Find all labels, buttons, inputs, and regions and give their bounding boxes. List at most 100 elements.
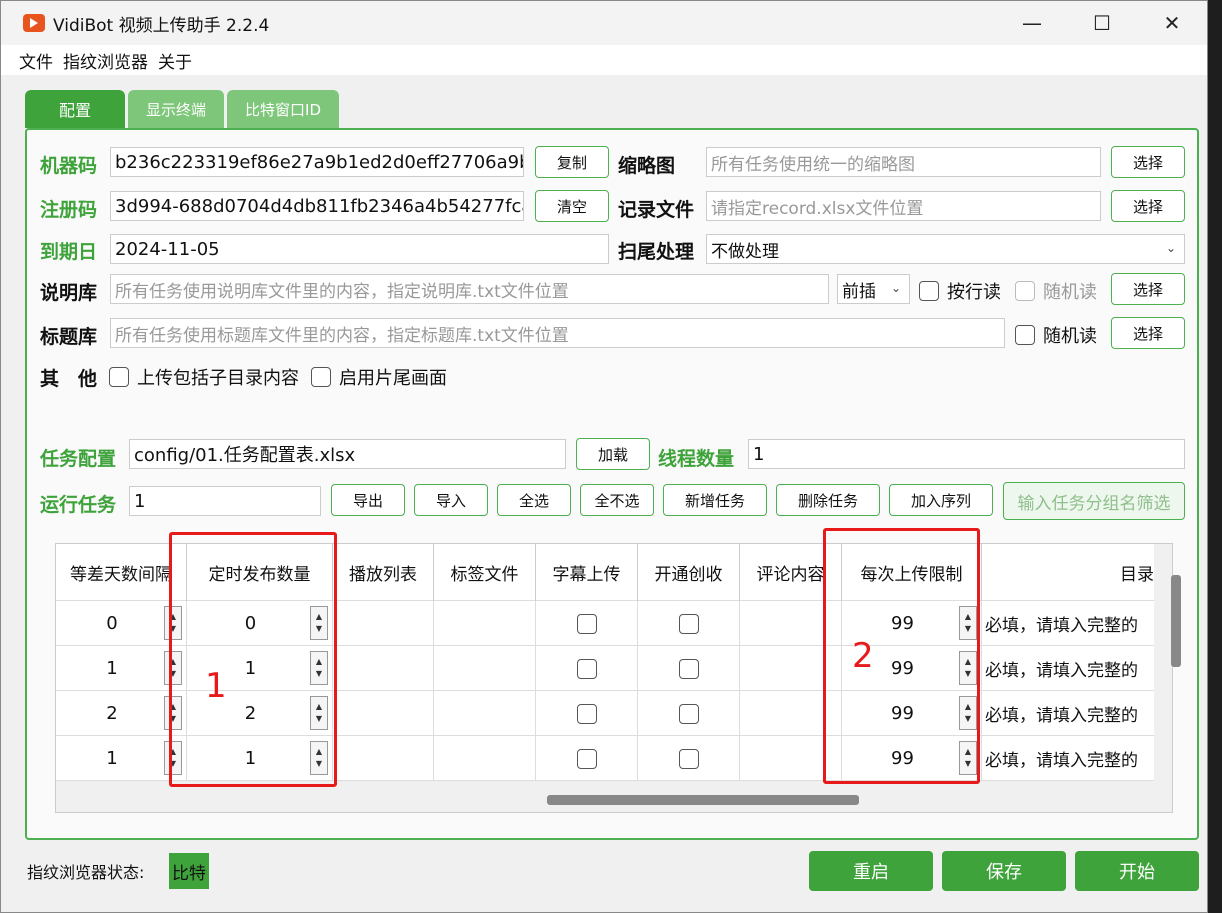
monetize-checkbox[interactable] (678, 658, 699, 679)
checkbox-box (1015, 281, 1035, 301)
delete-task-button[interactable]: 删除任务 (776, 484, 880, 516)
playlist-cell[interactable] (333, 736, 434, 781)
col-directory[interactable]: 目录 (982, 544, 1154, 601)
title-random-read-checkbox[interactable]: 随机读 (1015, 322, 1097, 348)
enable-ending-checkbox[interactable]: 启用片尾画面 (311, 364, 447, 390)
record-file-label: 记录文件 (618, 199, 695, 221)
tab-terminal[interactable]: 显示终端 (128, 90, 225, 128)
menu-file[interactable]: 文件 (19, 48, 53, 73)
add-to-queue-button[interactable]: 加入序列 (889, 484, 993, 516)
subtitle-checkbox[interactable] (576, 748, 597, 769)
tab-bit-window-id[interactable]: 比特窗口ID (227, 90, 339, 128)
menu-fingerprint-browser[interactable]: 指纹浏览器 (63, 48, 148, 73)
copy-button[interactable]: 复制 (535, 146, 609, 178)
tail-processing-select[interactable]: 不做处理 ⌄ (706, 234, 1185, 264)
read-by-line-label: 按行读 (947, 282, 1001, 303)
menu-about[interactable]: 关于 (158, 48, 192, 73)
monetize-checkbox[interactable] (678, 703, 699, 724)
select-none-button[interactable]: 全不选 (580, 484, 654, 516)
desc-insert-value: 前插 (842, 281, 876, 302)
read-by-line-checkbox[interactable]: 按行读 (919, 278, 1001, 304)
import-button[interactable]: 导入 (414, 484, 488, 516)
monetize-checkbox[interactable] (678, 613, 699, 634)
subtitle-cell[interactable] (536, 601, 638, 646)
tag-file-cell[interactable] (434, 691, 536, 736)
other-label: 其 他 (40, 368, 98, 390)
status-badge: 比特 (169, 853, 209, 889)
subtitle-cell[interactable] (536, 691, 638, 736)
close-button[interactable]: ✕ (1137, 1, 1207, 45)
interval-cell[interactable]: 1 ▲ ▼ (56, 736, 187, 781)
title-lib-field[interactable]: 所有任务使用标题库文件里的内容，指定标题库.txt文件位置 (110, 318, 1005, 348)
directory-cell[interactable]: 必填，请填入完整的 (982, 691, 1154, 736)
playlist-cell[interactable] (333, 646, 434, 691)
desc-lib-field[interactable]: 所有任务使用说明库文件里的内容，指定说明库.txt文件位置 (110, 274, 829, 304)
interval-cell[interactable]: 0 ▲ ▼ (56, 601, 187, 646)
col-subtitle[interactable]: 字幕上传 (536, 544, 638, 601)
desc-lib-label: 说明库 (40, 282, 98, 304)
vertical-scrollbar[interactable] (1171, 575, 1181, 667)
record-select-button[interactable]: 选择 (1111, 190, 1185, 222)
run-task-field[interactable]: 1 (129, 486, 321, 516)
restart-button[interactable]: 重启 (809, 851, 933, 891)
add-task-button[interactable]: 新增任务 (663, 484, 767, 516)
clear-button[interactable]: 清空 (535, 190, 609, 222)
monetize-checkbox[interactable] (678, 748, 699, 769)
subtitle-checkbox[interactable] (576, 703, 597, 724)
monetize-cell[interactable] (638, 601, 740, 646)
random-read-label: 随机读 (1043, 326, 1097, 347)
title-select-button[interactable]: 选择 (1111, 317, 1185, 349)
annotation-box-2 (823, 528, 980, 784)
thumbnail-field[interactable]: 所有任务使用统一的缩略图 (706, 147, 1101, 177)
monetize-cell[interactable] (638, 691, 740, 736)
subtitle-checkbox[interactable] (576, 658, 597, 679)
tag-file-cell[interactable] (434, 736, 536, 781)
playlist-cell[interactable] (333, 601, 434, 646)
subtitle-cell[interactable] (536, 646, 638, 691)
col-interval[interactable]: 等差天数间隔 (56, 544, 187, 601)
col-playlist[interactable]: 播放列表 (333, 544, 434, 601)
record-file-field[interactable]: 请指定record.xlsx文件位置 (706, 191, 1101, 221)
task-config-field[interactable]: config/01.任务配置表.xlsx (129, 439, 566, 469)
thread-count-field[interactable]: 1 (748, 439, 1185, 469)
app-window: VidiBot 视频上传助手 2.2.4 — ☐ ✕ 文件 指纹浏览器 关于 配… (0, 0, 1208, 913)
load-button[interactable]: 加载 (576, 438, 650, 470)
subtitle-cell[interactable] (536, 736, 638, 781)
select-all-button[interactable]: 全选 (497, 484, 571, 516)
desc-insert-select[interactable]: 前插 ⌄ (837, 274, 910, 304)
expire-date-field[interactable]: 2024-11-05 (110, 234, 609, 264)
directory-cell[interactable]: 必填，请填入完整的 (982, 736, 1154, 781)
playlist-cell[interactable] (333, 691, 434, 736)
tag-file-cell[interactable] (434, 646, 536, 691)
maximize-button[interactable]: ☐ (1067, 1, 1137, 45)
directory-cell[interactable]: 必填，请填入完整的 (982, 646, 1154, 691)
checkbox-box (1015, 325, 1035, 345)
export-button[interactable]: 导出 (331, 484, 405, 516)
monetize-cell[interactable] (638, 736, 740, 781)
group-filter-input[interactable]: 输入任务分组名筛选 (1003, 482, 1185, 520)
horizontal-scrollbar[interactable] (547, 795, 859, 805)
subtitle-checkbox[interactable] (576, 613, 597, 634)
interval-cell[interactable]: 1 ▲ ▼ (56, 646, 187, 691)
monetize-cell[interactable] (638, 646, 740, 691)
checkbox-box (109, 367, 129, 387)
machine-code-field[interactable]: b236c223319ef86e27a9b1ed2d0eff27706a9b1 (110, 147, 524, 177)
start-button[interactable]: 开始 (1075, 851, 1199, 891)
app-logo-icon (23, 14, 45, 32)
tab-config[interactable]: 配置 (25, 90, 125, 128)
desc-select-button[interactable]: 选择 (1111, 273, 1185, 305)
include-subdir-checkbox[interactable]: 上传包括子目录内容 (109, 364, 299, 390)
directory-cell[interactable]: 必填，请填入完整的 (982, 601, 1154, 646)
col-tag-file[interactable]: 标签文件 (434, 544, 536, 601)
menu-bar: 文件 指纹浏览器 关于 (1, 45, 1207, 75)
desc-random-read-checkbox[interactable]: 随机读 (1015, 278, 1097, 304)
thumbnail-select-button[interactable]: 选择 (1111, 146, 1185, 178)
minimize-button[interactable]: — (997, 1, 1067, 45)
col-monetize[interactable]: 开通创收 (638, 544, 740, 601)
reg-code-field[interactable]: 3d994-688d0704d4db811fb2346a4b54277fca (110, 191, 524, 221)
tag-file-cell[interactable] (434, 601, 536, 646)
interval-value: 0 (106, 613, 118, 634)
enable-ending-label: 启用片尾画面 (339, 368, 447, 389)
save-button[interactable]: 保存 (942, 851, 1066, 891)
interval-cell[interactable]: 2 ▲ ▼ (56, 691, 187, 736)
